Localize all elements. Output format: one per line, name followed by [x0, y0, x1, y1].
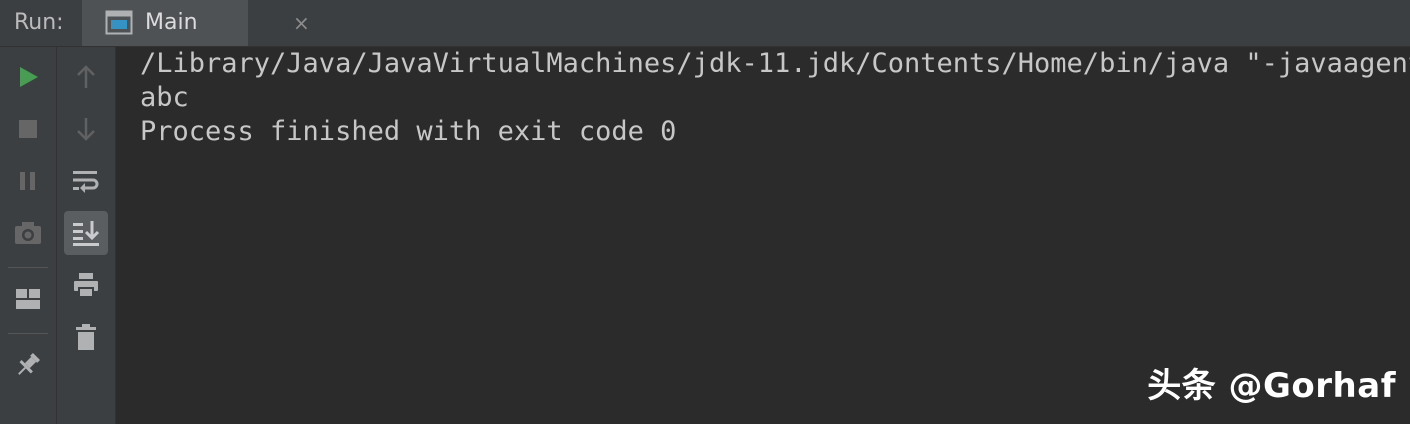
console-window-icon	[105, 10, 133, 40]
watermark: 头条 @Gorhaf	[1147, 366, 1396, 406]
arrow-down-icon	[77, 118, 95, 141]
run-actions-toolbar	[0, 47, 57, 424]
close-icon[interactable]: ×	[293, 10, 310, 36]
tab-main-label: Main	[145, 10, 198, 35]
stop-button[interactable]	[6, 107, 50, 151]
camera-icon	[15, 222, 41, 244]
dump-threads-button[interactable]	[6, 211, 50, 255]
arrow-up-icon	[77, 65, 95, 88]
layout-icon	[16, 289, 40, 309]
restore-layout-button[interactable]	[6, 277, 50, 321]
clear-all-button[interactable]	[64, 315, 108, 359]
pause-icon	[20, 172, 35, 190]
scroll-to-end-button[interactable]	[64, 211, 108, 255]
soft-wrap-button[interactable]	[64, 159, 108, 203]
tab-main[interactable]: Main ×	[82, 0, 310, 46]
previous-occurrence-button[interactable]	[64, 55, 108, 99]
console-line: Process finished with exit code 0	[140, 116, 677, 147]
toolbar-separator	[8, 333, 48, 334]
console-line: /Library/Java/JavaVirtualMachines/jdk-11…	[140, 48, 1410, 79]
next-occurrence-button[interactable]	[64, 107, 108, 151]
print-button[interactable]	[64, 263, 108, 307]
pin-icon	[18, 352, 41, 375]
stop-icon	[19, 120, 37, 138]
soft-wrap-icon	[73, 171, 99, 193]
pause-button[interactable]	[6, 159, 50, 203]
run-toolwindow-header: Run: Main ×	[0, 0, 1410, 47]
console-actions-toolbar	[57, 47, 116, 424]
rerun-button[interactable]	[6, 55, 50, 99]
rerun-icon	[20, 67, 38, 87]
scroll-to-end-icon	[73, 221, 100, 246]
toolbar-separator	[8, 267, 48, 268]
console-line: abc	[140, 82, 189, 113]
print-icon	[74, 273, 98, 298]
trash-icon	[76, 324, 96, 350]
run-label: Run:	[14, 10, 64, 35]
pin-tab-button[interactable]	[6, 343, 50, 387]
